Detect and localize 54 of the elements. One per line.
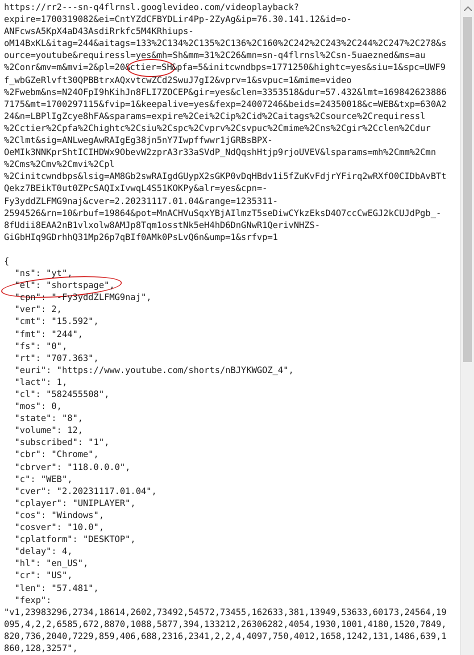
text-line: "cmt": "15.592", xyxy=(14,316,99,329)
text-line: "hl": "en_US", xyxy=(14,558,88,570)
text-line: 820,736,2040,7229,859,406,688,2316,2341,2,2,4,4097,750,4012,1658,1242,131,1486,639,1 xyxy=(4,630,447,643)
text-line: 2594526&rn=10&rbuf=19864&pot=MnACHVuSqxYBjAIlmzT5seDiwCYkzEksD4O7ccCwEGJ2kCUJdPgb_- xyxy=(4,208,442,220)
text-line: Fy3yddZLFMG9naj&cver=2.20231117.01.04&range=1235311- xyxy=(4,196,278,208)
text-line: 7175&mt=1700297115&fvip=1&keepalive=yes&fexp=24007246&beids=24350018&c=WEB&txp=630A2 xyxy=(4,98,447,111)
text-line: 860,128,3257", xyxy=(4,642,78,655)
text-line: %2Clmt&sig=ANLwegAwRAIgEg38jn5nY7Iwpffwwr1jGRBsBPX- xyxy=(4,135,273,148)
text-line: "cr": "US", xyxy=(14,570,72,582)
text-line: "fmt": "244", xyxy=(14,328,84,341)
text-line: { xyxy=(4,256,10,268)
text-line: "lact": 1, xyxy=(14,376,68,389)
text-line: "rt": "707.363", xyxy=(14,352,99,365)
text-line: "cos": "Windows", xyxy=(14,510,104,522)
text-line: Qekz7BEikT0ut0ZPcSAQIxIvwqL4S51KOKPy&alr=yes&cpn=- xyxy=(4,183,268,196)
text-line: ource=youtube&requiressl=yes&mh=Sh&mm=31%2C26&mn=sn-q4flrnsl%2Csn-5uaezned&ms=au xyxy=(4,50,426,62)
text-line: OeMIk3NNKprShtICIHDWx9ObevW2zprA3r33aSVdP_NdQqshHtjp9rjoUVEV&lsparams=mh%2Cmm%2Cmn xyxy=(4,147,436,160)
text-line: "cbrver": "118.0.0.0", xyxy=(14,462,130,474)
text-line: 24&n=LBPlIgZcye8hFA&sparams=expire%2Cei%2Cip%2Cid%2Caitags%2Csource%2Crequiressl xyxy=(4,110,426,123)
text-line: 095,4,2,2,6585,672,8870,1088,5877,394,133212,26306282,4054,1930,1001,4180,1520,7849, xyxy=(4,618,447,631)
text-line: %2Cms%2Cmv%2Cmvi%2Cpl xyxy=(4,159,115,172)
text-line: "subscribed": "1", xyxy=(14,437,110,450)
text-line: "c": "WEB", xyxy=(14,474,72,486)
text-line: "cplatform": "DESKTOP", xyxy=(14,534,136,546)
text-line: 8fUdii8EAA2nB1vlxolw8AMJp8Tqm1osstNk5eH4hD6DnGNwR1QerivNHZS- xyxy=(4,220,320,232)
text-line: %2Cctier%2Cpfa%2Chightc%2Csiu%2Cspc%2Cvprv%2Csvpuc%2Cmime%2Cns%2Cgir%2Cclen%2Cdur xyxy=(4,122,431,136)
text-line: https://rr2---sn-q4flrnsl.googlevideo.com/videoplayback? xyxy=(4,2,300,14)
text-line: "ver": 2, xyxy=(14,304,62,316)
text-line: expire=1700319082&ei=CntYZdCFBYDLir4Pp-2ZyAg&ip=76.30.141.12&id=o- xyxy=(4,14,352,26)
text-line: "delay": 4, xyxy=(14,546,72,558)
text-line: "ns": "yt", xyxy=(14,268,72,280)
text-line: "v1,23983296,2734,18614,2602,73492,54572,73455,162633,381,13949,53633,60173,24564,19 xyxy=(4,606,447,619)
text-line: "fs": "0", xyxy=(14,340,68,353)
scrollbar-thumb[interactable] xyxy=(463,17,472,362)
text-line: "cplayer": "UNIPLAYER", xyxy=(14,498,136,510)
text-line: "fexp": xyxy=(14,594,52,607)
text-line: "cosver": "10.0", xyxy=(14,522,104,534)
scroll-up-icon[interactable] xyxy=(464,6,472,11)
text-line: "cver": "2.20231117.01.04", xyxy=(14,486,157,498)
text-line: "len": "57.481", xyxy=(14,582,99,595)
text-line: ANFcwsA5KpX4aD43AsdiRrkfc5M4KRhiups- xyxy=(4,26,194,38)
text-line: GiGbHIq9GDrhhQ31Mp26p7qBIf0AMk0PsLvQ6n&ump=1&srfvp=1 xyxy=(4,232,278,244)
text-line: %2Fwebm&ns=N24OFpI9hKihJn8FLI7ZOCEP&gir=yes&clen=3353518&dur=57.432&lmt=169842623886 xyxy=(4,86,447,99)
text-line: "volume": 12, xyxy=(14,425,84,438)
text-line: "el": "shortspage", xyxy=(14,280,115,292)
text-line: "euri": "https://www.youtube.com/shorts/nBJYKWGOZ_4", xyxy=(14,364,294,377)
scrollbar[interactable] xyxy=(460,0,474,655)
text-line: f_wbGZeRlvft30QPBBtrxAQxvtcwZCd2SwuJ7gI2&vprv=1&svpuc=1&mime=video xyxy=(4,74,352,87)
text-line: "mos": 0, xyxy=(14,401,62,414)
text-line: "state": "8", xyxy=(14,413,84,426)
text-line: %2Cinitcwndbps&lsig=AM8Gb2swRAIgdGUypX2sGKP0vDqHBdv1i5fZuKvFdjrYFirq2wRXfO0CIDbAvBTt xyxy=(4,171,447,184)
text-line: "cl": "582455508", xyxy=(14,389,110,402)
text-line: "cbr": "Chrome", xyxy=(14,449,99,462)
text-line: oM14BxKL&itag=244&aitags=133%2C134%2C135%2C136%2C160%2C242%2C243%2C244%2C247%2C278&s xyxy=(4,38,447,50)
